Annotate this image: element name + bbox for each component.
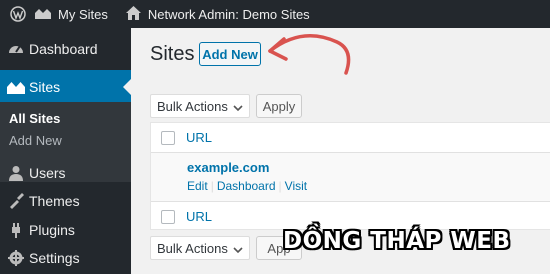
sidebar-item-label: Themes: [29, 193, 80, 209]
my-sites-link[interactable]: My Sites: [34, 0, 108, 28]
bulk-actions-select-bottom[interactable]: Bulk Actions: [150, 236, 250, 260]
admin-sidebar: Dashboard Sites All Sites Add New Users …: [0, 28, 131, 274]
my-sites-icon: [34, 6, 52, 23]
add-new-button[interactable]: Add New: [199, 42, 261, 66]
sidebar-item-label: Settings: [29, 250, 80, 266]
column-footer-url[interactable]: URL: [186, 209, 212, 224]
bulk-actions-label: Bulk Actions: [157, 240, 228, 256]
visit-link[interactable]: Visit: [285, 179, 307, 193]
current-menu-arrow: [123, 79, 131, 95]
sidebar-item-label: Dashboard: [29, 41, 98, 57]
bulk-actions-label: Bulk Actions: [157, 98, 228, 114]
apply-button-top[interactable]: Apply: [256, 94, 302, 118]
submenu-item-all-sites[interactable]: All Sites: [9, 111, 60, 126]
settings-icon: [6, 248, 26, 268]
chevron-down-icon: [233, 243, 243, 258]
sidebar-item-dashboard[interactable]: Dashboard: [0, 32, 131, 66]
table-footer-row: URL: [151, 201, 550, 231]
network-admin-label: Network Admin: Demo Sites: [147, 6, 310, 22]
annotation-arrow-icon: [268, 34, 351, 75]
sidebar-item-label: Users: [29, 165, 66, 181]
dashboard-link[interactable]: Dashboard: [217, 179, 276, 193]
themes-icon: [6, 191, 26, 211]
sites-table: URL example.com Edit | Dashboard | Visit URL: [150, 122, 550, 230]
select-all-checkbox-footer[interactable]: [161, 210, 175, 224]
bulk-actions-select-top[interactable]: Bulk Actions: [150, 94, 250, 118]
column-header-url[interactable]: URL: [186, 130, 212, 145]
submenu-item-add-new[interactable]: Add New: [9, 133, 62, 148]
sidebar-item-label: Sites: [29, 79, 61, 95]
row-actions: Edit | Dashboard | Visit: [187, 179, 307, 193]
sidebar-item-sites[interactable]: Sites: [0, 70, 131, 104]
sidebar-item-label: Plugins: [29, 222, 75, 238]
watermark-text: DỒNG THÁP WEB: [283, 228, 511, 254]
table-header-row: URL: [151, 123, 550, 153]
select-all-checkbox[interactable]: [161, 131, 175, 145]
sidebar-item-settings[interactable]: Settings: [0, 241, 131, 274]
row-action-separator: |: [278, 179, 282, 193]
edit-link[interactable]: Edit: [187, 179, 208, 193]
admin-bar: My Sites Network Admin: Demo Sites: [0, 0, 550, 28]
network-admin-link[interactable]: Network Admin: Demo Sites: [125, 0, 310, 28]
site-name-link[interactable]: example.com: [187, 160, 269, 175]
home-icon: [125, 5, 141, 23]
table-row: example.com Edit | Dashboard | Visit: [151, 153, 550, 201]
page-title: Sites: [150, 43, 195, 65]
dashboard-icon: [6, 39, 26, 59]
sites-icon: [6, 77, 26, 97]
wordpress-logo-icon[interactable]: [4, 0, 32, 28]
row-action-separator: |: [210, 179, 214, 193]
plugins-icon: [6, 220, 26, 240]
my-sites-label: My Sites: [58, 6, 108, 22]
users-icon: [6, 163, 26, 183]
chevron-down-icon: [233, 101, 243, 116]
